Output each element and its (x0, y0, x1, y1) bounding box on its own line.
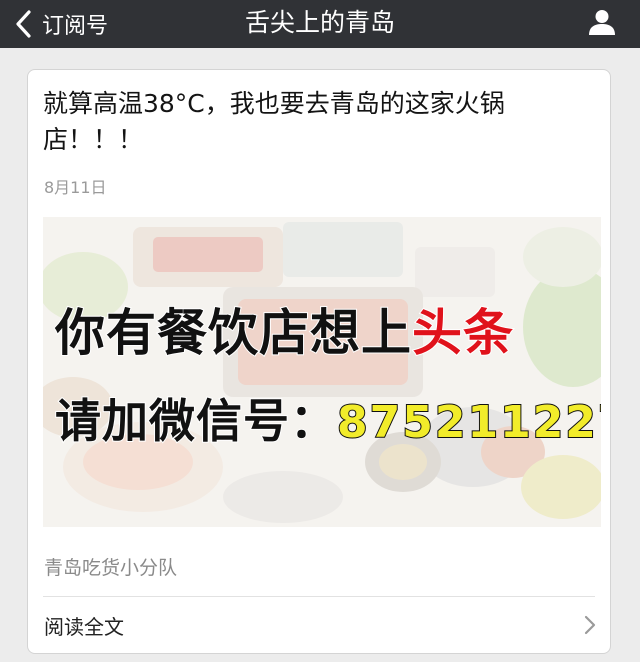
article-card[interactable]: 就算高温38°C，我也要去青岛的这家火锅店！！！ 8月11日 你有餐饮店想上头条 (27, 69, 611, 654)
cover-ad-line-1: 你有餐饮店想上头条 (54, 293, 514, 365)
cover-ad-line-2-text: 请加微信号： (54, 393, 337, 449)
read-full-article-row[interactable]: 阅读全文 (28, 597, 610, 653)
back-label: 订阅号 (42, 14, 109, 39)
article-title[interactable]: 就算高温38°C，我也要去青岛的这家火锅店！！！ (43, 86, 598, 158)
read-more-label: 阅读全文 (44, 615, 124, 639)
article-date: 8月11日 (44, 178, 107, 197)
profile-button[interactable] (582, 0, 622, 48)
cover-ad-line-1-text: 你有餐饮店想上 (54, 303, 412, 363)
cover-ad-wechat-id: 875211227 (336, 396, 601, 449)
article-source: 青岛吃货小分队 (44, 557, 178, 579)
navigation-bar: 订阅号 舌尖上的青岛 (0, 0, 640, 48)
cover-overlay (43, 217, 601, 527)
chevron-left-icon (14, 0, 40, 48)
cover-ad-highlight: 头条 (411, 303, 514, 363)
article-cover-image[interactable]: 你有餐饮店想上头条 请加微信号：875211227 (43, 217, 601, 527)
back-button[interactable]: 订阅号 (14, 0, 108, 48)
cover-ad-line-2: 请加微信号：875211227 (54, 385, 601, 451)
user-icon (587, 7, 617, 41)
chevron-right-icon (584, 615, 596, 635)
